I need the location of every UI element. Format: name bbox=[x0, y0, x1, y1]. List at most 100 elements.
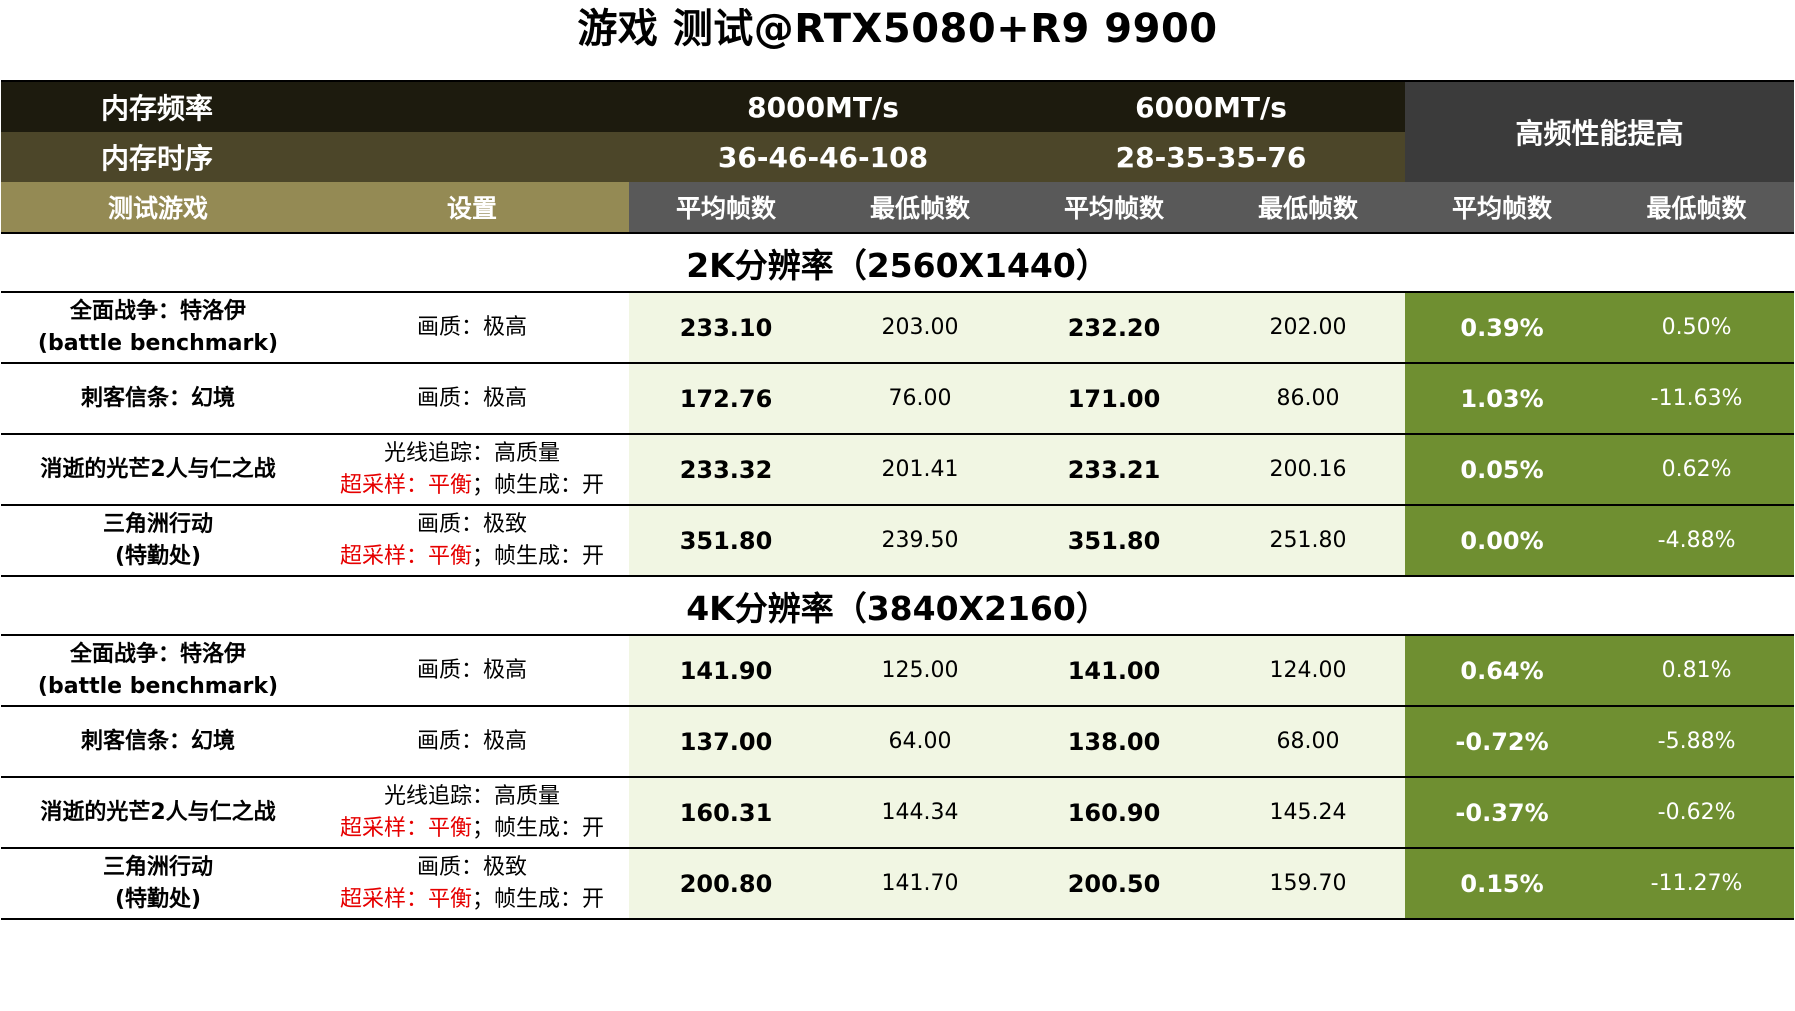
config-b-avg-fps: 141.00 bbox=[1017, 635, 1212, 707]
config-a-min-fps: 144.34 bbox=[823, 777, 1018, 849]
boost-avg-percent: 0.64% bbox=[1405, 635, 1600, 707]
boost-min-percent: -11.27% bbox=[1599, 848, 1795, 920]
setting-cell: 光线追踪：高质量超采样：平衡；帧生成：开 bbox=[315, 434, 630, 506]
config-a-timing: 36-46-46-108 bbox=[629, 132, 1018, 182]
setting-line-2: 超采样：平衡；帧生成：开 bbox=[315, 884, 629, 916]
setting-cell: 画质：极高 bbox=[315, 706, 630, 778]
game-name: 消逝的光芒2人与仁之战 bbox=[40, 456, 276, 482]
game-name-cell: 三角洲行动 (特勤处) bbox=[1, 848, 315, 920]
table-row: 三角洲行动 (特勤处) 画质：极致 超采样：平衡；帧生成：开 351.80 239.50 3… bbox=[1, 505, 1795, 577]
config-b-timing: 28-35-35-76 bbox=[1017, 132, 1406, 182]
col-setting-header: 设置 bbox=[315, 182, 630, 233]
section-title: 2K分辨率（2560X1440） bbox=[1, 233, 1795, 293]
config-a-avg-fps: 200.80 bbox=[629, 848, 824, 920]
setting-line-1: 画质：极高 bbox=[417, 657, 528, 683]
config-a-avg-fps: 233.32 bbox=[629, 434, 824, 506]
config-a-min-fps: 239.50 bbox=[823, 505, 1018, 577]
game-name: 全面战争：特洛伊 bbox=[69, 641, 246, 667]
config-b-min-fps: 251.80 bbox=[1211, 505, 1406, 577]
boost-avg-percent: 0.00% bbox=[1405, 505, 1600, 577]
boost-min-percent: -4.88% bbox=[1599, 505, 1795, 577]
game-subtitle: (特勤处) bbox=[114, 543, 202, 569]
freq-label: 内存频率 bbox=[1, 81, 630, 132]
boost-min-percent: -0.62% bbox=[1599, 777, 1795, 849]
upscaling-setting: 超采样：平衡 bbox=[339, 815, 472, 841]
boost-min-percent: -5.88% bbox=[1599, 706, 1795, 778]
col-a-avg-header: 平均帧数 bbox=[629, 182, 824, 233]
config-b-min-fps: 202.00 bbox=[1211, 292, 1406, 364]
boost-min-percent: -11.63% bbox=[1599, 363, 1795, 435]
frame-gen-setting: ；帧生成：开 bbox=[472, 886, 605, 912]
config-b-avg-fps: 200.50 bbox=[1017, 848, 1212, 920]
config-a-min-fps: 141.70 bbox=[823, 848, 1018, 920]
header-row-columns: 测试游戏 设置 平均帧数 最低帧数 平均帧数 最低帧数 平均帧数 最低帧数 bbox=[1, 182, 1795, 233]
table-row: 全面战争：特洛伊 (battle benchmark) 画质：极高 233.10 203… bbox=[1, 292, 1795, 364]
table-row: 消逝的光芒2人与仁之战 光线追踪：高质量超采样：平衡；帧生成：开 233.32 201… bbox=[1, 434, 1795, 506]
section-header-row: 4K分辨率（3840X2160） bbox=[1, 576, 1795, 636]
boost-avg-percent: -0.37% bbox=[1405, 777, 1600, 849]
setting-line-1: 光线追踪：高质量 bbox=[384, 440, 561, 466]
setting-line-2: 超采样：平衡；帧生成：开 bbox=[315, 470, 629, 502]
setting-line-1: 画质：极高 bbox=[417, 728, 528, 754]
col-b-avg-header: 平均帧数 bbox=[1017, 182, 1212, 233]
upscaling-setting: 超采样：平衡 bbox=[339, 472, 472, 498]
header-row-frequency: 内存频率 8000MT/s 6000MT/s 高频性能提高 bbox=[1, 81, 1795, 182]
config-b-avg-fps: 351.80 bbox=[1017, 505, 1212, 577]
game-name-cell: 消逝的光芒2人与仁之战 bbox=[1, 434, 315, 506]
col-d-min-header: 最低帧数 bbox=[1599, 182, 1795, 233]
config-b-avg-fps: 233.21 bbox=[1017, 434, 1212, 506]
table-row: 全面战争：特洛伊 (battle benchmark) 画质：极高 141.90 125… bbox=[1, 635, 1795, 707]
game-name-cell: 刺客信条：幻境 bbox=[1, 363, 315, 435]
config-a-avg-fps: 137.00 bbox=[629, 706, 824, 778]
benchmark-table: 内存频率 8000MT/s 6000MT/s 高频性能提高 内存时序 36-46… bbox=[1, 80, 1795, 920]
boost-min-percent: 0.62% bbox=[1599, 434, 1795, 506]
boost-label: 高频性能提高 bbox=[1405, 81, 1795, 182]
boost-min-percent: 0.81% bbox=[1599, 635, 1795, 707]
game-name: 三角洲行动 bbox=[102, 854, 213, 880]
setting-cell: 光线追踪：高质量超采样：平衡；帧生成：开 bbox=[315, 777, 630, 849]
setting-line-2: 超采样：平衡；帧生成：开 bbox=[315, 813, 629, 845]
timing-label: 内存时序 bbox=[1, 132, 630, 182]
setting-line-1: 画质：极高 bbox=[417, 385, 528, 411]
boost-avg-percent: 0.15% bbox=[1405, 848, 1600, 920]
section-title: 4K分辨率（3840X2160） bbox=[1, 576, 1795, 636]
game-name: 全面战争：特洛伊 bbox=[69, 298, 246, 324]
config-a-min-fps: 125.00 bbox=[823, 635, 1018, 707]
col-a-min-header: 最低帧数 bbox=[823, 182, 1018, 233]
config-a-min-fps: 203.00 bbox=[823, 292, 1018, 364]
config-a-avg-fps: 233.10 bbox=[629, 292, 824, 364]
boost-avg-percent: -0.72% bbox=[1405, 706, 1600, 778]
game-name: 刺客信条：幻境 bbox=[80, 728, 235, 754]
col-b-min-header: 最低帧数 bbox=[1211, 182, 1406, 233]
config-a-avg-fps: 351.80 bbox=[629, 505, 824, 577]
upscaling-setting: 超采样：平衡 bbox=[339, 543, 472, 569]
page-title: 游戏 测试@RTX5080+R9 9900 bbox=[577, 6, 1218, 52]
table-row: 刺客信条：幻境 画质：极高 137.00 64.00 138.00 68.00 -0.72%… bbox=[1, 706, 1795, 778]
config-a-min-fps: 76.00 bbox=[823, 363, 1018, 435]
setting-line-1: 画质：极致 bbox=[417, 854, 528, 880]
boost-avg-percent: 0.05% bbox=[1405, 434, 1600, 506]
game-name: 刺客信条：幻境 bbox=[80, 385, 235, 411]
setting-line-1: 画质：极高 bbox=[417, 314, 528, 340]
config-a-min-fps: 201.41 bbox=[823, 434, 1018, 506]
config-b-min-fps: 145.24 bbox=[1211, 777, 1406, 849]
config-b-avg-fps: 138.00 bbox=[1017, 706, 1212, 778]
setting-cell: 画质：极高 bbox=[315, 635, 630, 707]
config-b-min-fps: 86.00 bbox=[1211, 363, 1406, 435]
game-name-cell: 全面战争：特洛伊 (battle benchmark) bbox=[1, 292, 315, 364]
config-b-avg-fps: 232.20 bbox=[1017, 292, 1212, 364]
config-a-freq: 8000MT/s bbox=[629, 81, 1018, 132]
setting-line-1: 光线追踪：高质量 bbox=[384, 783, 561, 809]
game-subtitle: (battle benchmark) bbox=[37, 330, 279, 356]
setting-line-2: 超采样：平衡；帧生成：开 bbox=[315, 541, 629, 573]
table-row: 刺客信条：幻境 画质：极高 172.76 76.00 171.00 86.00 1.03% -… bbox=[1, 363, 1795, 435]
game-subtitle: (battle benchmark) bbox=[37, 673, 279, 699]
config-b-min-fps: 124.00 bbox=[1211, 635, 1406, 707]
setting-cell: 画质：极高 bbox=[315, 292, 630, 364]
config-b-avg-fps: 171.00 bbox=[1017, 363, 1212, 435]
game-name: 消逝的光芒2人与仁之战 bbox=[40, 799, 276, 825]
setting-cell: 画质：极高 bbox=[315, 363, 630, 435]
config-b-min-fps: 159.70 bbox=[1211, 848, 1406, 920]
setting-cell: 画质：极致 超采样：平衡；帧生成：开 bbox=[315, 505, 630, 577]
game-name-cell: 三角洲行动 (特勤处) bbox=[1, 505, 315, 577]
